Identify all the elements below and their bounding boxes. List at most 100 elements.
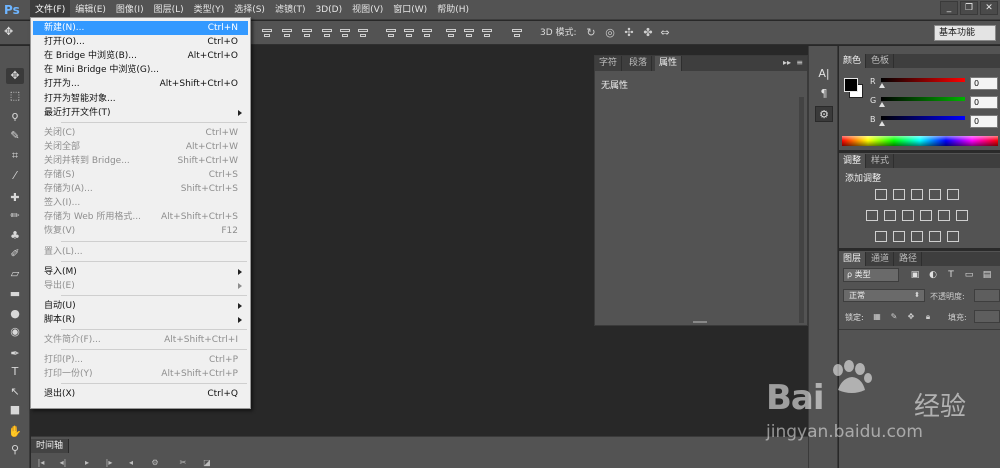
collapse-icon[interactable]: ▸▸ — [783, 58, 791, 67]
pixel-layer-filter-icon[interactable]: ▣ — [909, 270, 921, 281]
gradient-map-icon[interactable] — [929, 231, 941, 242]
lock-image-icon[interactable]: ✎ — [889, 312, 899, 322]
tab-timeline[interactable]: 时间轴 — [31, 439, 70, 453]
tab-channels[interactable]: 通道 — [867, 252, 895, 266]
zoom-tool-icon[interactable]: ⚲ — [6, 442, 24, 458]
green-slider[interactable] — [881, 97, 965, 101]
lock-position-icon[interactable]: ✥ — [906, 312, 916, 322]
move-tool-preset-icon[interactable]: ✥ — [4, 25, 22, 41]
tab-paragraph[interactable]: 段落 — [625, 56, 653, 71]
file-menu-item[interactable]: 在 Bridge 中浏览(B)... Alt+Ctrl+O — [33, 49, 248, 63]
shape-layer-filter-icon[interactable]: ▭ — [963, 270, 975, 281]
character-panel-icon[interactable]: A| — [815, 66, 833, 82]
eyedropper-tool-icon[interactable]: ⁄ — [6, 168, 24, 184]
hue-saturation-icon[interactable] — [866, 210, 878, 221]
color-lookup-icon[interactable] — [956, 210, 968, 221]
history-brush-tool-icon[interactable]: ✐ — [6, 246, 24, 262]
blur-tool-icon[interactable]: ● — [6, 306, 24, 322]
healing-brush-tool-icon[interactable]: ✚ — [6, 190, 24, 206]
split-icon[interactable]: ✂ — [177, 457, 189, 468]
menu-9[interactable]: 窗口(W) — [388, 0, 432, 20]
distribute-right-icon[interactable] — [482, 27, 492, 39]
exposure-icon[interactable] — [929, 189, 941, 200]
color-balance-icon[interactable] — [884, 210, 896, 221]
menu-6[interactable]: 滤镜(T) — [270, 0, 311, 20]
align-vcenter-icon[interactable] — [282, 27, 292, 39]
brush-tool-icon[interactable]: ✏ — [6, 208, 24, 224]
tab-layers[interactable]: 图层 — [839, 252, 867, 266]
invert-icon[interactable] — [875, 231, 887, 242]
file-menu-item[interactable]: 自动(U) — [33, 299, 248, 313]
black-white-icon[interactable] — [902, 210, 914, 221]
tab-adjustments[interactable]: 调整 — [839, 154, 867, 168]
blend-mode-select[interactable]: 正常 ⬍ — [843, 289, 925, 302]
red-value-input[interactable]: 0 — [970, 77, 998, 90]
distribute-bottom-icon[interactable] — [422, 27, 432, 39]
eraser-tool-icon[interactable]: ▱ — [6, 266, 24, 282]
photo-filter-icon[interactable] — [920, 210, 932, 221]
close-button[interactable]: ✕ — [980, 1, 998, 15]
go-to-first-frame-icon[interactable]: |◂ — [35, 457, 47, 468]
settings-icon[interactable]: ⚙ — [149, 457, 161, 468]
hand-tool-icon[interactable]: ✋ — [6, 424, 24, 440]
file-menu-item[interactable]: 打开(O)... Ctrl+O — [33, 35, 248, 49]
file-menu-item[interactable]: 脚本(R) — [33, 313, 248, 327]
distribute-vcenter-icon[interactable] — [404, 27, 414, 39]
tab-swatches[interactable]: 色板 — [867, 54, 895, 68]
red-slider-thumb[interactable] — [879, 83, 885, 88]
file-menu-item[interactable]: 新建(N)... Ctrl+N — [33, 21, 248, 35]
brightness-icon[interactable] — [875, 189, 887, 200]
opacity-input[interactable] — [974, 289, 1000, 302]
red-slider[interactable] — [881, 78, 965, 82]
blue-slider-thumb[interactable] — [879, 121, 885, 126]
minimize-button[interactable]: _ — [940, 1, 958, 15]
fill-input[interactable] — [974, 310, 1000, 323]
next-frame-icon[interactable]: |▸ — [103, 457, 115, 468]
clone-stamp-tool-icon[interactable]: ♣ — [6, 228, 24, 244]
tab-character[interactable]: 字符 — [595, 56, 623, 71]
paragraph-panel-icon[interactable]: ¶ — [815, 86, 833, 102]
tab-properties[interactable]: 属性 — [655, 56, 683, 71]
distribute-left-icon[interactable] — [446, 27, 456, 39]
move-tool-icon[interactable]: ✥ — [6, 68, 24, 84]
menu-7[interactable]: 3D(D) — [310, 0, 347, 20]
align-left-icon[interactable] — [322, 27, 332, 39]
distribute-top-icon[interactable] — [386, 27, 396, 39]
tab-paths[interactable]: 路径 — [895, 252, 923, 266]
3d-scale-icon[interactable]: ⇔ — [658, 26, 672, 40]
file-menu-item[interactable]: 打开为智能对象... — [33, 92, 248, 106]
channel-mixer-icon[interactable] — [938, 210, 950, 221]
levels-icon[interactable] — [893, 189, 905, 200]
menu-10[interactable]: 帮助(H) — [432, 0, 474, 20]
lasso-tool-icon[interactable]: ϙ — [6, 108, 24, 124]
foreground-color-swatch[interactable] — [844, 78, 858, 92]
3d-roll-icon[interactable]: ◎ — [603, 26, 617, 40]
gradient-tool-icon[interactable]: ▬ — [6, 286, 24, 302]
type-layer-filter-icon[interactable]: T — [945, 270, 957, 281]
3d-rotate-icon[interactable]: ↻ — [584, 26, 598, 40]
3d-slide-icon[interactable]: ✤ — [641, 26, 655, 40]
type-tool-icon[interactable]: T — [6, 364, 24, 380]
path-select-tool-icon[interactable]: ↖ — [6, 384, 24, 400]
dodge-tool-icon[interactable]: ◉ — [6, 324, 24, 340]
distribute-hcenter-icon[interactable] — [464, 27, 474, 39]
file-menu-item[interactable]: 退出(X) Ctrl+Q — [33, 387, 248, 401]
vibrance-icon[interactable] — [947, 189, 959, 200]
align-bottom-icon[interactable] — [302, 27, 312, 39]
curves-icon[interactable] — [911, 189, 923, 200]
resize-handle[interactable] — [693, 321, 707, 323]
restore-button[interactable]: ❐ — [960, 1, 978, 15]
panel-menu-icon[interactable]: ≡ — [796, 58, 803, 67]
quick-select-tool-icon[interactable]: ✎ — [6, 128, 24, 144]
smart-object-filter-icon[interactable]: ▤ — [981, 270, 993, 281]
properties-scrollbar[interactable] — [799, 97, 804, 323]
previous-frame-icon[interactable]: ◂| — [57, 457, 69, 468]
file-menu-item[interactable]: 最近打开文件(T) — [33, 106, 248, 120]
align-hcenter-icon[interactable] — [340, 27, 350, 39]
shape-tool-icon[interactable]: ■ — [6, 402, 24, 418]
green-slider-thumb[interactable] — [879, 102, 885, 107]
menu-8[interactable]: 视图(V) — [347, 0, 388, 20]
posterize-icon[interactable] — [893, 231, 905, 242]
tab-color[interactable]: 颜色 — [839, 54, 867, 68]
lock-transparent-icon[interactable]: ▦ — [872, 312, 882, 322]
